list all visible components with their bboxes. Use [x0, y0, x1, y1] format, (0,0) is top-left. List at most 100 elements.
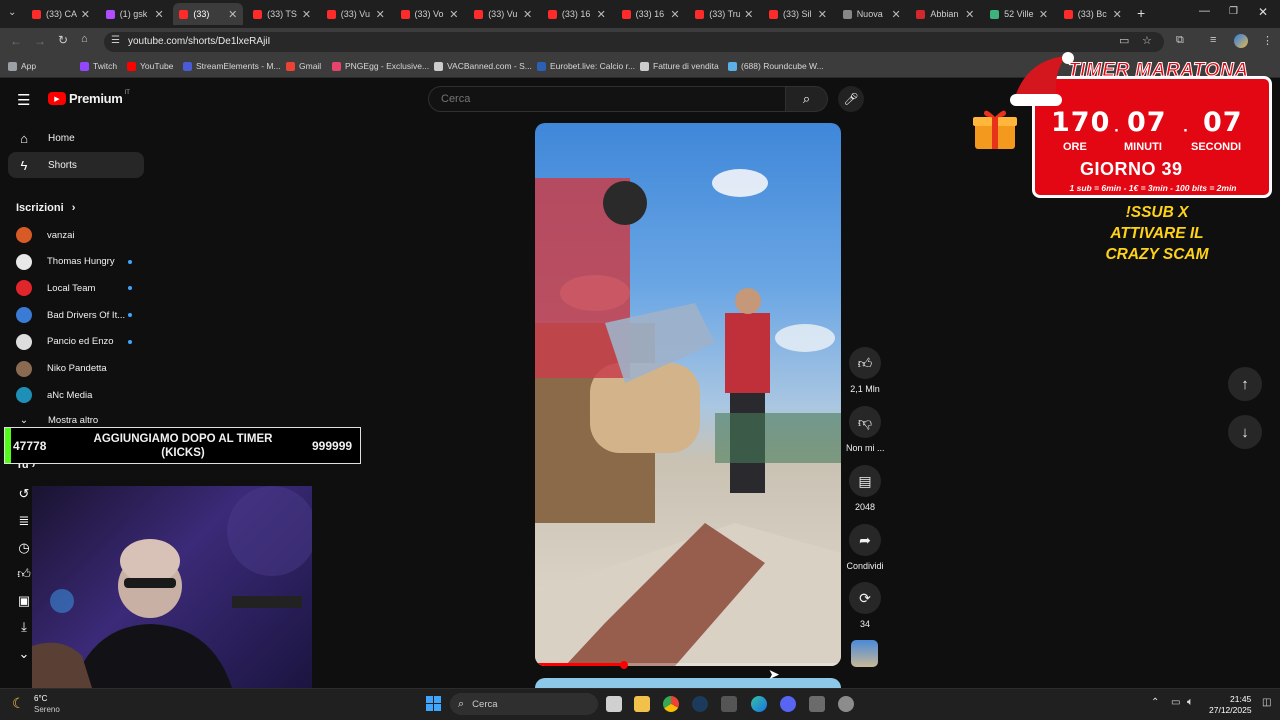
- tab-close-icon[interactable]: ✕: [670, 8, 679, 21]
- settings-gear-icon[interactable]: [838, 696, 854, 712]
- tab-close-icon[interactable]: ✕: [523, 8, 532, 21]
- share-button[interactable]: ➦: [849, 524, 881, 556]
- file-explorer-icon[interactable]: [634, 696, 650, 712]
- calculator-icon[interactable]: [809, 696, 825, 712]
- volume-icon[interactable]: 🔈︎: [1187, 696, 1194, 709]
- tray-overflow-icon[interactable]: ⌃: [1151, 697, 1159, 708]
- browser-tab[interactable]: (33) TS ✕: [247, 3, 317, 25]
- reload-icon[interactable]: ↻: [58, 33, 68, 47]
- bookmark-item[interactable]: YouTube: [127, 61, 173, 71]
- subscription-item[interactable]: Local Team: [8, 275, 144, 301]
- playlists-icon[interactable]: ≣: [16, 513, 32, 529]
- browser-tab[interactable]: Abbian ✕: [910, 3, 980, 25]
- dislike-button[interactable]: 👎︎: [849, 406, 881, 438]
- clock-date[interactable]: 27/12/2025: [1209, 705, 1252, 715]
- bookmark-item[interactable]: VACBanned.com - S...: [434, 61, 532, 71]
- comments-button[interactable]: ▤: [849, 465, 881, 497]
- tab-close-icon[interactable]: ✕: [228, 8, 237, 21]
- previous-short-button[interactable]: ↑: [1228, 367, 1262, 401]
- history-icon[interactable]: ↺: [16, 486, 32, 502]
- forward-icon[interactable]: →: [34, 34, 46, 48]
- video-progress-track[interactable]: [535, 663, 841, 666]
- profile-avatar[interactable]: [1234, 34, 1248, 48]
- browser-tab[interactable]: (33) Vu ✕: [321, 3, 391, 25]
- shorts-video-player[interactable]: [535, 123, 841, 666]
- browser-menu-icon[interactable]: ⋮: [1262, 34, 1273, 47]
- like-action[interactable]: 👍︎ 2,1 Mln: [846, 347, 884, 394]
- subscription-item[interactable]: Bad Drivers Of It...: [8, 302, 144, 328]
- edge-icon[interactable]: [751, 696, 767, 712]
- liked-videos-icon[interactable]: 👍︎: [16, 566, 32, 582]
- game-app-icon[interactable]: [721, 696, 737, 712]
- tab-close-icon[interactable]: ✕: [891, 8, 900, 21]
- browser-tab[interactable]: (33) Bc ✕: [1058, 3, 1128, 25]
- tab-groups-icon[interactable]: ≡: [1210, 34, 1216, 46]
- bookmark-star-icon[interactable]: ☆: [1142, 34, 1152, 47]
- browser-tab[interactable]: (33) 16 ✕: [616, 3, 686, 25]
- youtube-logo[interactable]: ▶ Premium IT: [48, 90, 130, 106]
- bookmark-item[interactable]: Fatture di vendita: [640, 61, 719, 71]
- hamburger-menu-icon[interactable]: ☰: [17, 91, 30, 109]
- browser-tab[interactable]: (33) Vo ✕: [395, 3, 465, 25]
- browser-tab[interactable]: (33) CA ✕: [26, 3, 96, 25]
- tab-close-icon[interactable]: ✕: [597, 8, 606, 21]
- browser-tab[interactable]: (33) Sil ✕: [763, 3, 833, 25]
- bookmark-item[interactable]: StreamElements - M...: [183, 61, 281, 71]
- show-more-you-icon[interactable]: ⌄: [16, 646, 32, 662]
- tab-search-icon[interactable]: ⌄: [8, 7, 16, 18]
- search-box[interactable]: [428, 86, 786, 112]
- tab-close-icon[interactable]: ✕: [744, 8, 753, 21]
- tab-close-icon[interactable]: ✕: [449, 8, 458, 21]
- weather-desc[interactable]: Sereno: [34, 705, 60, 714]
- remix-action[interactable]: ⟳ 34: [846, 582, 884, 629]
- network-icon[interactable]: ▭: [1171, 697, 1180, 708]
- sound-thumbnail[interactable]: [851, 640, 878, 667]
- tab-close-icon[interactable]: ✕: [1039, 8, 1048, 21]
- start-button[interactable]: [426, 696, 441, 711]
- browser-tab[interactable]: (33) ✕: [173, 3, 244, 25]
- extensions-icon[interactable]: ⧉: [1176, 34, 1184, 47]
- site-info-icon[interactable]: ☰: [111, 35, 120, 46]
- back-icon[interactable]: ←: [10, 34, 22, 48]
- your-videos-icon[interactable]: ▣: [16, 593, 32, 609]
- tab-close-icon[interactable]: ✕: [154, 8, 163, 21]
- tab-close-icon[interactable]: ✕: [376, 8, 385, 21]
- watch-later-icon[interactable]: ◷: [16, 540, 32, 556]
- sidebar-item-home[interactable]: ⌂ Home: [8, 125, 144, 151]
- browser-tab[interactable]: (33) Tru ✕: [689, 3, 759, 25]
- cast-icon[interactable]: ▭: [1119, 34, 1129, 47]
- browser-tab[interactable]: (33) Vu ✕: [468, 3, 538, 25]
- subscriptions-header[interactable]: Iscrizioni ›: [16, 202, 75, 214]
- taskbar-search[interactable]: ⌕ Cerca: [450, 693, 598, 715]
- show-more-button[interactable]: ⌄ Mostra altro: [16, 415, 98, 426]
- minimize-icon[interactable]: —: [1199, 5, 1210, 17]
- progress-scrubber[interactable]: [619, 661, 628, 669]
- next-short-button[interactable]: ↓: [1228, 415, 1262, 449]
- weather-icon[interactable]: ☾: [12, 695, 25, 712]
- remix-button[interactable]: ⟳: [849, 582, 881, 614]
- dislike-action[interactable]: 👎︎ Non mi ...: [846, 406, 885, 453]
- bookmark-item[interactable]: Eurobet.live: Calcio r...: [537, 61, 635, 71]
- task-view-icon[interactable]: [606, 696, 622, 712]
- bookmark-item[interactable]: Gmail: [286, 61, 321, 71]
- home-browser-icon[interactable]: ⌂: [81, 33, 88, 45]
- tab-close-icon[interactable]: ✕: [81, 8, 90, 21]
- close-window-icon[interactable]: ✕: [1258, 5, 1268, 19]
- search-button[interactable]: ⌕: [786, 86, 828, 112]
- new-tab-icon[interactable]: +: [1137, 5, 1145, 21]
- bookmark-item[interactable]: App: [8, 61, 36, 71]
- chrome-icon[interactable]: [663, 696, 679, 712]
- browser-tab[interactable]: 52 Ville ✕: [984, 3, 1054, 25]
- like-button[interactable]: 👍︎: [849, 347, 881, 379]
- tab-close-icon[interactable]: ✕: [818, 8, 827, 21]
- subscription-item[interactable]: vanzai: [8, 222, 144, 248]
- subscription-item[interactable]: aNc Media: [8, 382, 144, 408]
- bookmark-item[interactable]: Twitch: [80, 61, 117, 71]
- browser-tab[interactable]: Nuova ✕: [837, 3, 907, 25]
- bookmark-item[interactable]: PNGEgg - Exclusive...: [332, 61, 429, 71]
- tab-close-icon[interactable]: ✕: [965, 8, 974, 21]
- subscription-item[interactable]: Thomas Hungry: [8, 249, 144, 275]
- subscription-item[interactable]: Pancio ed Enzo: [8, 329, 144, 355]
- omnibox[interactable]: ☰ youtube.com/shorts/De1lxeRAjiI ▭ ☆: [104, 32, 1164, 52]
- voice-search-button[interactable]: 🎤︎: [838, 86, 864, 112]
